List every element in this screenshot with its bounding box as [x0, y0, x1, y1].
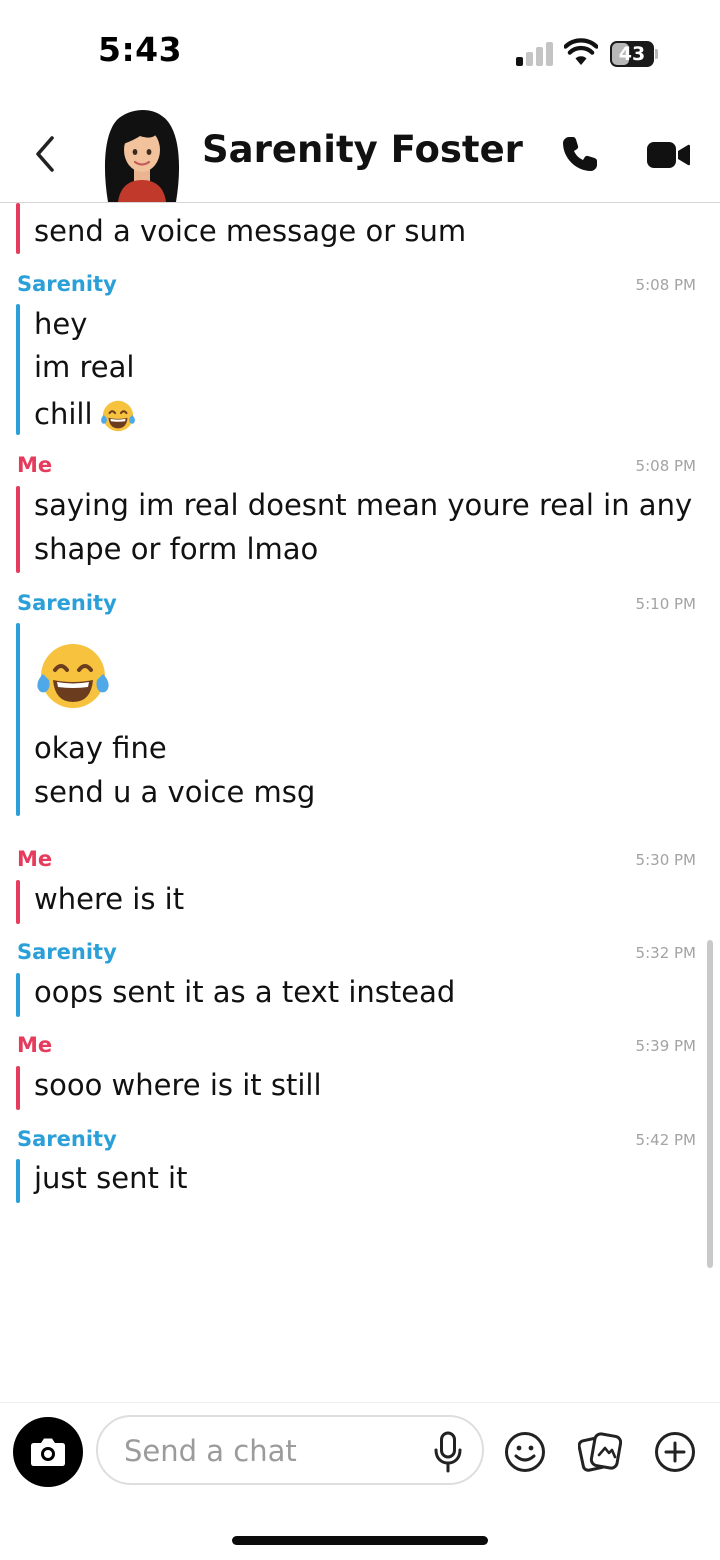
scrollbar-thumb[interactable]: [707, 940, 713, 1268]
message-timestamp: 5:42 PM: [635, 1131, 696, 1149]
smiley-face-icon[interactable]: [504, 1431, 546, 1473]
face-with-tears-of-joy-icon: [101, 400, 135, 432]
camera-button[interactable]: [13, 1417, 83, 1487]
chat-composer: [0, 1402, 720, 1499]
message-timestamp: 5:39 PM: [635, 1037, 696, 1055]
message-text[interactable]: where is it: [34, 882, 184, 916]
video-call-icon[interactable]: [646, 138, 690, 172]
sender-label: Sarenity: [17, 272, 117, 296]
chat-message-list[interactable]: send a voice message or sum Sarenity 5:0…: [0, 203, 720, 1400]
message-text[interactable]: im real: [34, 350, 134, 384]
message-timestamp: 5:08 PM: [635, 276, 696, 294]
sender-label: Sarenity: [17, 940, 117, 964]
message-text[interactable]: send a voice message or sum: [34, 214, 466, 248]
message-bar-friend: [16, 623, 20, 816]
message-text[interactable]: okay fine: [34, 731, 167, 765]
message-text[interactable]: just sent it: [34, 1161, 187, 1195]
message-bar-me: [16, 880, 20, 924]
message-text[interactable]: chill: [34, 397, 93, 431]
sender-label: Me: [17, 847, 53, 871]
message-text[interactable]: oops sent it as a text instead: [34, 975, 455, 1009]
sender-label: Me: [17, 1033, 53, 1057]
wifi-icon: [564, 38, 598, 65]
message-text[interactable]: shape or form lmao: [34, 532, 318, 566]
contact-name[interactable]: Sarenity Foster: [202, 128, 523, 171]
message-text[interactable]: send u a voice msg: [34, 775, 315, 809]
message-timestamp: 5:10 PM: [635, 595, 696, 613]
memories-sticker-icon[interactable]: [578, 1431, 622, 1473]
sender-label: Me: [17, 453, 53, 477]
message-bar-me: [16, 1066, 20, 1110]
message-bar-me: [16, 486, 20, 573]
message-text[interactable]: sooo where is it still: [34, 1068, 322, 1102]
phone-call-icon[interactable]: [560, 134, 600, 174]
message-timestamp: 5:30 PM: [635, 851, 696, 869]
message-text[interactable]: hey: [34, 307, 87, 341]
battery-percent: 43: [618, 43, 646, 65]
plus-circle-icon[interactable]: [654, 1431, 696, 1473]
bitmoji-avatar[interactable]: [100, 106, 184, 202]
chat-input[interactable]: [124, 1431, 414, 1471]
sender-label: Sarenity: [17, 591, 117, 615]
camera-icon: [31, 1438, 65, 1466]
back-button[interactable]: [28, 132, 64, 176]
status-bar: 5:43 43: [0, 0, 720, 100]
chat-header: Sarenity Foster: [0, 100, 720, 203]
message-timestamp: 5:08 PM: [635, 457, 696, 475]
message-timestamp: 5:32 PM: [635, 944, 696, 962]
status-time: 5:43: [98, 30, 183, 69]
face-with-tears-of-joy-icon: [37, 644, 109, 708]
message-text[interactable]: saying im real doesnt mean youre real in…: [34, 488, 692, 522]
message-bar-friend: [16, 304, 20, 435]
message-bar-me: [16, 203, 20, 254]
battery-icon: 43: [610, 41, 658, 67]
message-bar-friend: [16, 1159, 20, 1203]
sender-label: Sarenity: [17, 1127, 117, 1151]
microphone-icon[interactable]: [432, 1431, 464, 1473]
cellular-signal-icon: [516, 42, 554, 66]
chat-input-container[interactable]: [96, 1415, 484, 1485]
message-bar-friend: [16, 973, 20, 1017]
home-indicator[interactable]: [232, 1536, 488, 1545]
